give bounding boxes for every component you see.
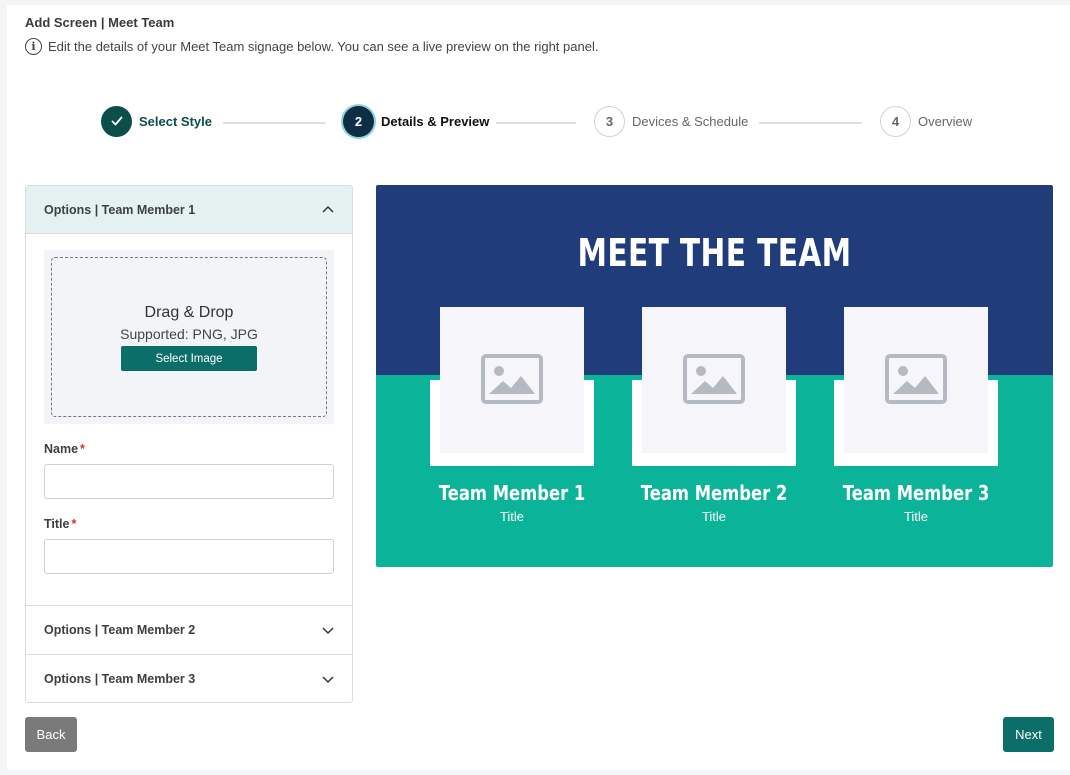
member-title: Title: [701, 509, 727, 524]
step-label: Overview: [918, 113, 973, 129]
step-label: Details & Preview: [381, 113, 490, 129]
step-connector: [223, 122, 325, 124]
title-input[interactable]: [44, 539, 334, 574]
select-image-button[interactable]: Select Image: [121, 346, 257, 371]
member-title: Title: [903, 509, 929, 524]
progress-stepper: Select Style 2 Details & Preview 3 Devic…: [7, 105, 1070, 141]
member-title: Title: [499, 509, 525, 524]
step-overview[interactable]: 4 Overview: [880, 105, 972, 137]
next-button[interactable]: Next: [1003, 717, 1054, 752]
step-number: 4: [880, 105, 911, 137]
chevron-down-icon[interactable]: [322, 673, 334, 685]
name-label: Name *: [44, 442, 334, 456]
image-placeholder-icon: [885, 354, 947, 404]
chevron-down-icon[interactable]: [322, 624, 334, 636]
supported-formats: Supported: PNG, JPG: [120, 326, 258, 342]
image-placeholder-icon: [481, 354, 543, 404]
accordion-team-member-2[interactable]: Options | Team Member 2: [26, 605, 352, 653]
member-name: Team Member 3: [842, 481, 990, 505]
step-connector: [496, 122, 576, 124]
page-description: i Edit the details of your Meet Team sig…: [25, 38, 598, 55]
page-description-text: Edit the details of your Meet Team signa…: [48, 39, 599, 54]
title-label-text: Title: [44, 517, 70, 531]
required-mark: *: [80, 442, 85, 456]
name-input[interactable]: [44, 464, 334, 499]
step-details-preview[interactable]: 2 Details & Preview: [343, 105, 489, 137]
step-number: 2: [343, 105, 374, 137]
drop-area[interactable]: Drag & Drop Supported: PNG, JPG Select I…: [51, 257, 327, 417]
accordion-team-member-1[interactable]: Options | Team Member 1: [26, 186, 352, 234]
image-placeholder-icon: [683, 354, 745, 404]
drag-drop-title: Drag & Drop: [144, 304, 234, 321]
accordion-title: Options | Team Member 1: [44, 202, 196, 217]
info-icon: i: [25, 38, 42, 55]
preview-heading: MEET THE TEAM: [577, 231, 852, 275]
step-label: Devices & Schedule: [632, 113, 749, 129]
member-photo-placeholder: [440, 307, 584, 453]
step-number: 3: [594, 105, 625, 137]
page: Add Screen | Meet Team i Edit the detail…: [7, 5, 1070, 770]
step-label: Select Style: [139, 113, 212, 129]
image-upload-zone[interactable]: Drag & Drop Supported: PNG, JPG Select I…: [44, 250, 334, 424]
step-check-icon: [101, 105, 132, 137]
title-label: Title *: [44, 517, 334, 531]
step-devices-schedule[interactable]: 3 Devices & Schedule: [594, 105, 748, 137]
step-select-style[interactable]: Select Style: [101, 105, 212, 137]
required-mark: *: [71, 517, 77, 531]
member-photo-placeholder: [642, 307, 786, 453]
member-name: Team Member 2: [640, 481, 788, 505]
accordion-team-member-3[interactable]: Options | Team Member 3: [26, 654, 352, 702]
step-connector: [759, 122, 862, 124]
live-preview: MEET THE TEAM Team Member 1 Title Team M…: [376, 185, 1053, 567]
options-panel: Options | Team Member 1 Drag & Drop Supp…: [25, 185, 353, 703]
chevron-up-icon[interactable]: [322, 204, 334, 216]
member-name: Team Member 1: [438, 481, 586, 505]
accordion-title: Options | Team Member 3: [44, 671, 196, 686]
accordion-title: Options | Team Member 2: [44, 622, 196, 637]
member-photo-placeholder: [844, 307, 988, 453]
name-label-text: Name: [44, 442, 79, 456]
back-button[interactable]: Back: [25, 717, 77, 752]
page-title: Add Screen | Meet Team: [25, 15, 175, 30]
